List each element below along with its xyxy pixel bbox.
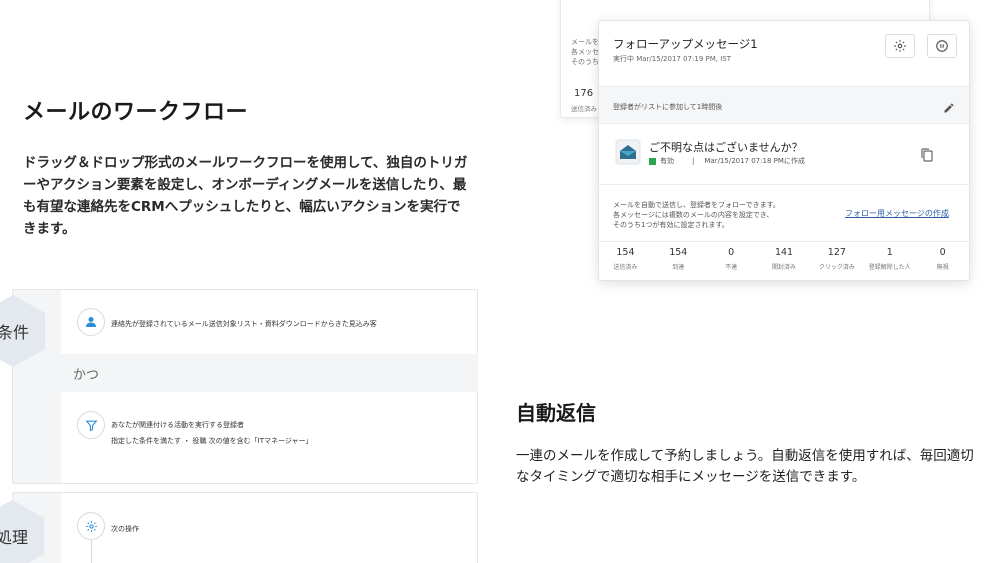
followup-title: フォローアップメッセージ1 — [613, 37, 758, 51]
copy-icon — [921, 148, 933, 162]
followup-description: メールを自動で送信し、登録者をフォローできます。 各メッセージには複数のメールの… — [613, 201, 780, 229]
autoresponder-section: 自動返信 一連のメールを作成して予約しましょう。自動返信を使用すれば、毎回適切な… — [516, 397, 986, 488]
stat-ignored: 0 無視 — [936, 247, 949, 271]
process-panel: 次の操作 — [12, 492, 478, 563]
autoresponder-body: 一連のメールを作成して予約しましょう。自動返信を使用すれば、毎回適切なタイミング… — [516, 448, 974, 485]
divider — [599, 184, 969, 185]
workflow-section: メールのワークフロー ドラッグ＆ドロップ形式のメールワークフローを使用して、独自… — [23, 94, 468, 240]
conditions-panel: かつ 連絡先が登録されているメール送信対象リスト・資料ダウンロードからきた見込み… — [12, 289, 478, 484]
stat-bounced: 0 不達 — [725, 247, 738, 271]
person-icon — [86, 317, 96, 327]
connector-line — [91, 539, 92, 563]
workflow-title: メールのワークフロー — [23, 100, 249, 125]
message-title[interactable]: ご不明な点はございませんか？ — [649, 139, 803, 155]
created-date: Mar/15/2017 07:18 PMに作成 — [704, 157, 805, 165]
back-card-stat-value: 176 — [574, 88, 594, 99]
stat-sent: 154 送信済み — [613, 247, 638, 271]
and-label: かつ — [73, 368, 100, 383]
status-badge: 有効 — [660, 157, 674, 165]
copy-button[interactable] — [921, 147, 933, 166]
pause-button[interactable] — [927, 34, 957, 58]
envelope-icon — [615, 139, 641, 165]
message-meta: 有効 | Mar/15/2017 07:18 PMに作成 — [649, 156, 805, 166]
followup-card: フォローアップメッセージ1 実行中 Mar/15/2017 07:19 PM, … — [598, 20, 970, 281]
condition-2-title: あなたが関連付ける活動を実行する登録者 — [111, 421, 244, 429]
create-followup-link[interactable]: フォロー用メッセージの作成 — [845, 208, 949, 219]
process-action-text: 次の操作 — [111, 525, 139, 533]
edit-trigger-button[interactable] — [943, 99, 955, 118]
trigger-band: 登録者がリストに参加して1時間後 — [599, 86, 969, 124]
condition-2-detail: 指定した条件を満たす ・ 役職 次の値を含む「ITマネージャー」 — [111, 437, 313, 445]
workflow-body: ドラッグ＆ドロップ形式のメールワークフローを使用して、独自のトリガーやアクション… — [23, 155, 468, 237]
and-band — [61, 354, 478, 392]
pencil-icon — [944, 103, 954, 113]
stat-clicked: 127 クリック済み — [818, 247, 855, 271]
condition-1-text: 連絡先が登録されているメール送信対象リスト・資料ダウンロードからきた見込み客 — [111, 320, 377, 328]
divider — [599, 241, 969, 242]
followup-subtitle: 実行中 Mar/15/2017 07:19 PM, IST — [613, 55, 731, 63]
process-node[interactable] — [77, 512, 105, 540]
stat-opened: 141 開封済み — [772, 247, 797, 271]
trigger-text: 登録者がリストに参加して1時間後 — [613, 103, 723, 111]
filter-icon — [84, 420, 98, 431]
condition-1-node[interactable] — [77, 308, 105, 336]
gear-icon — [85, 520, 97, 532]
autoresponder-title: 自動返信 — [516, 401, 596, 425]
pause-icon — [936, 40, 948, 52]
stat-delivered: 154 到達 — [669, 247, 688, 271]
status-indicator — [649, 157, 656, 165]
stat-unsubscribed: 1 登録解除した人 — [868, 247, 911, 271]
settings-button[interactable] — [885, 34, 915, 58]
back-card-stat-label: 送信済み — [571, 105, 597, 113]
stats-row: 154 送信済み 154 到達 0 不達 141 開封済み 127 クリック済み 1 登録解… — [599, 247, 969, 271]
meta-divider: | — [692, 157, 695, 165]
gear-icon — [894, 40, 906, 52]
condition-2-node[interactable] — [77, 411, 105, 439]
